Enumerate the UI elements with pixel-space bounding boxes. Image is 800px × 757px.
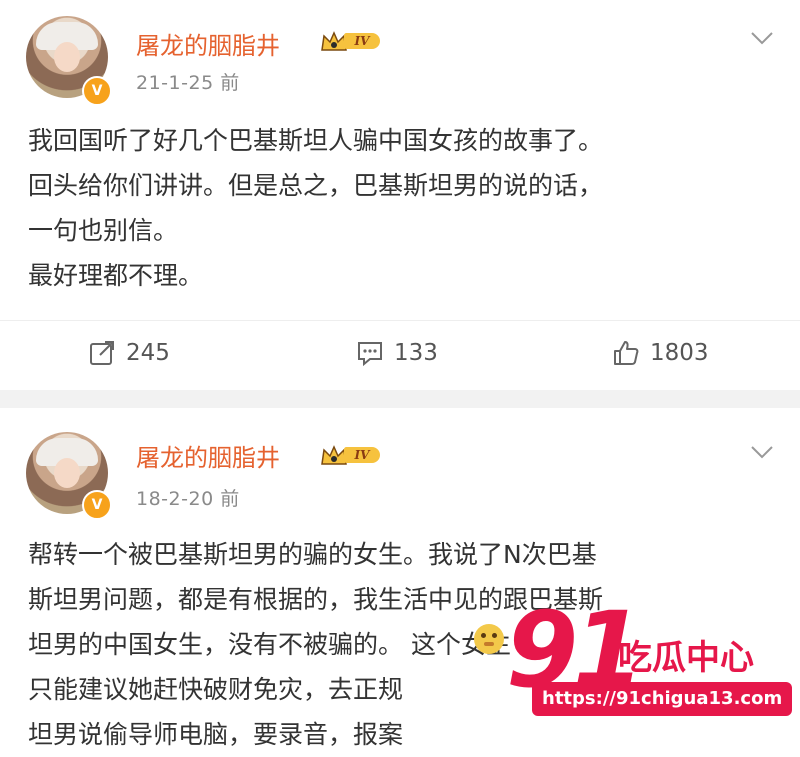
comment-count: 133 — [394, 340, 438, 366]
author-name[interactable]: 屠龙的胭脂井 — [136, 26, 280, 61]
like-count: 1803 — [650, 340, 709, 366]
thumbs-up-icon — [614, 341, 639, 365]
action-bar: 245 133 1803 — [0, 320, 800, 391]
author-name[interactable]: 屠龙的胭脂井 — [136, 438, 280, 473]
repost-count: 245 — [126, 340, 170, 366]
post-separator — [0, 390, 800, 408]
vip-level-text: IV — [344, 33, 380, 49]
watermark-brand: 吃瓜中心 — [618, 638, 754, 678]
repost-button[interactable]: 245 — [88, 339, 170, 367]
verified-badge-icon: V — [82, 76, 112, 106]
vip-level-badge: IV — [320, 30, 384, 52]
comment-button[interactable]: 133 — [356, 339, 438, 367]
vip-level-badge: IV — [320, 444, 384, 466]
post-content: 我回国听了好几个巴基斯坦人骗中国女孩的故事了。 回头给你们讲讲。但是总之，巴基斯… — [28, 126, 604, 290]
comment-icon — [358, 342, 382, 367]
weibo-post-1: V 屠龙的胭脂井 IV 21-1-25 前 我回国听了好几个巴基斯坦人骗中国女孩… — [0, 0, 800, 390]
verified-badge-icon: V — [82, 490, 112, 520]
repost-icon — [90, 341, 114, 365]
watermark-url: https://91chigua13.com — [532, 682, 793, 716]
vip-level-text: IV — [344, 447, 380, 463]
site-watermark: 91 吃瓜中心 https://91chigua13.com — [500, 598, 800, 740]
post-time: 21-1-25 前 — [136, 72, 240, 94]
post-time: 18-2-20 前 — [136, 488, 240, 510]
chevron-down-icon[interactable] — [750, 444, 774, 460]
like-button[interactable]: 1803 — [612, 339, 709, 367]
chevron-down-icon[interactable] — [750, 30, 774, 46]
